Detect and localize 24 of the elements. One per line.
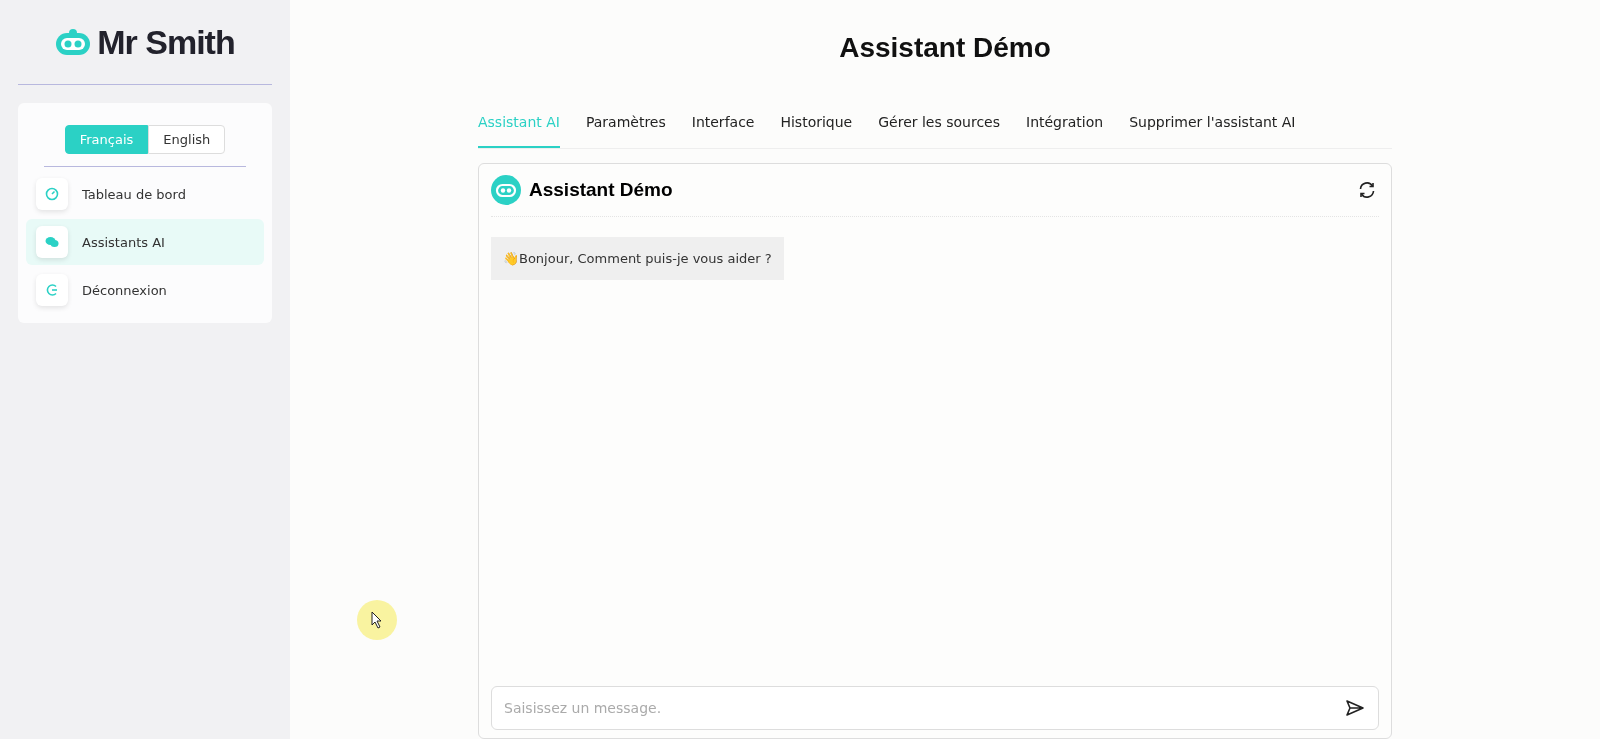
gauge-icon <box>45 187 59 201</box>
tab[interactable]: Supprimer l'assistant AI <box>1129 108 1296 148</box>
tab[interactable]: Paramètres <box>585 108 666 148</box>
message-input[interactable]: Saisissez un message. <box>491 686 1379 730</box>
robot-face-icon <box>55 28 92 56</box>
page-title: Assistant Démo <box>839 32 1051 64</box>
tab[interactable]: Intégration <box>1026 108 1104 148</box>
chat-message: 👋Bonjour, Comment puis-je vous aider ? <box>491 237 784 280</box>
logout-icon <box>45 283 59 297</box>
tab[interactable]: Interface <box>691 108 755 148</box>
tab[interactable]: Gérer les sources <box>878 108 1000 148</box>
sidebar-item[interactable]: Déconnexion <box>26 267 264 313</box>
sidebar-item[interactable]: Tableau de bord <box>26 171 264 217</box>
robot-avatar-icon <box>491 175 521 205</box>
send-icon <box>1345 699 1365 717</box>
send-button[interactable] <box>1345 699 1365 717</box>
language-toggle[interactable]: English <box>148 125 226 154</box>
refresh-icon <box>1357 180 1377 200</box>
tab[interactable]: Historique <box>780 108 853 148</box>
chat-title: Assistant Démo <box>529 179 674 201</box>
chat-bubbles-icon <box>45 236 59 248</box>
pointer-cursor-icon <box>371 611 383 629</box>
logo-text: Mr Smith <box>97 22 235 62</box>
sidebar-item[interactable]: Assistants AI <box>26 219 264 265</box>
